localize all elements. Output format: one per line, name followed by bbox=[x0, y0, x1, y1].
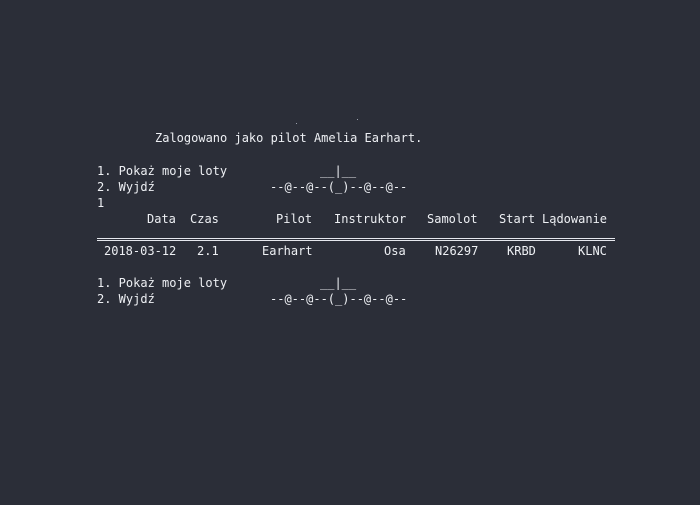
header-czas: Czas bbox=[190, 212, 219, 226]
airplane-art-top: __|__ bbox=[320, 276, 357, 290]
artifact-dot bbox=[296, 123, 297, 124]
cell-data: 2018-03-12 bbox=[104, 244, 177, 258]
airplane-art-bottom: --@--@--(_)--@--@-- bbox=[270, 180, 408, 194]
table-separator bbox=[97, 240, 615, 241]
header-instruktor: Instruktor bbox=[334, 212, 407, 226]
menu-item-exit: 2. Wyjdź bbox=[97, 180, 155, 194]
cell-start: KRBD bbox=[507, 244, 536, 258]
cell-ladowanie: KLNC bbox=[578, 244, 607, 258]
header-start: Start bbox=[499, 212, 536, 226]
menu-item-show-flights: 1. Pokaż moje loty bbox=[97, 164, 228, 178]
header-pilot: Pilot bbox=[276, 212, 313, 226]
artifact-dot bbox=[357, 119, 358, 120]
cell-instruktor: Osa bbox=[384, 244, 406, 258]
header-samolot: Samolot bbox=[427, 212, 478, 226]
cell-czas: 2.1 bbox=[197, 244, 219, 258]
terminal-window[interactable]: Zalogowano jako pilot Amelia Earhart. 1.… bbox=[0, 0, 700, 505]
header-ladowanie: Lądowanie bbox=[542, 212, 608, 226]
header-data: Data bbox=[147, 212, 176, 226]
table-separator bbox=[97, 238, 615, 239]
login-message: Zalogowano jako pilot Amelia Earhart. bbox=[155, 131, 423, 145]
user-input: 1 bbox=[97, 196, 105, 210]
airplane-art-top: __|__ bbox=[320, 164, 357, 178]
menu-item-exit: 2. Wyjdź bbox=[97, 292, 155, 306]
cell-pilot: Earhart bbox=[262, 244, 313, 258]
cell-samolot: N26297 bbox=[435, 244, 479, 258]
menu-item-show-flights: 1. Pokaż moje loty bbox=[97, 276, 228, 290]
airplane-art-bottom: --@--@--(_)--@--@-- bbox=[270, 292, 408, 306]
